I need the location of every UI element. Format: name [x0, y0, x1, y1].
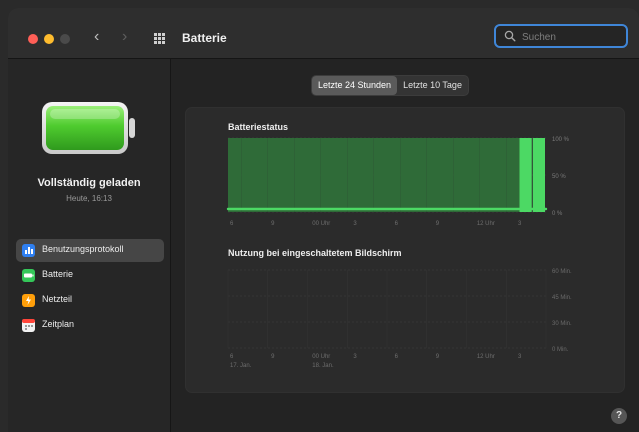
search-field[interactable]: [494, 24, 628, 48]
x-tick-label: 9: [436, 221, 440, 227]
battery-level-bar: [532, 138, 545, 212]
power-adapter-icon: [22, 294, 35, 307]
usage-chart-y-axis: 60 Min. 45 Min. 30 Min. 0 Min.: [552, 269, 572, 353]
battery-level-bar: [387, 138, 401, 212]
main-content: Letzte 24 Stunden Letzte 10 Tage Batteri…: [171, 59, 639, 432]
battery-level-bar: [281, 138, 295, 212]
battery-level-bar: [519, 138, 532, 212]
battery-icon: [22, 269, 35, 282]
x-tick-label: 9: [271, 221, 275, 227]
x-tick-label: 9: [436, 354, 440, 360]
battery-level-bar: [493, 138, 507, 212]
tab-last-24-hours[interactable]: Letzte 24 Stunden: [312, 76, 398, 95]
x-tick-label: 6: [230, 221, 234, 227]
battery-level-bar: [241, 138, 255, 212]
forward-button[interactable]: ›: [122, 28, 127, 46]
x-tick-label: 3: [353, 221, 357, 227]
battery-level-bar: [426, 138, 440, 212]
help-button[interactable]: ?: [611, 408, 627, 424]
usage-charts: Batteriestatus 100 % 50 % 0 % 6 9 00 Uhr 3 6 9 1…: [226, 122, 572, 369]
x-tick-label: 00 Uhr: [312, 354, 330, 360]
x-tick-label: 6: [395, 221, 399, 227]
battery-level-bar: [506, 138, 520, 212]
y-tick-label: 30 Min.: [552, 321, 572, 327]
battery-level-bar: [373, 138, 387, 212]
x-tick-label: 3: [518, 221, 522, 227]
battery-level-bar: [320, 138, 334, 212]
zoom-window-button[interactable]: [60, 34, 70, 44]
date-label: 17. Jan.: [230, 363, 252, 369]
x-tick-label: 3: [353, 354, 357, 360]
y-tick-label: 45 Min.: [552, 295, 572, 301]
close-window-button[interactable]: [28, 34, 38, 44]
battery-status-time: Heute, 16:13: [66, 194, 112, 203]
time-range-control: Letzte 24 Stunden Letzte 10 Tage: [311, 75, 469, 96]
sidebar-item-benutzungsprotokoll[interactable]: Benutzungsprotokoll: [16, 239, 164, 262]
battery-level-bar: [360, 138, 374, 212]
battery-level-bar: [413, 138, 427, 212]
usage-chart-dates: 17. Jan. 18. Jan.: [230, 363, 334, 369]
battery-level-bar: [466, 138, 480, 212]
x-tick-label: 9: [271, 354, 275, 360]
search-icon: [504, 30, 516, 42]
x-tick-label: 12 Uhr: [477, 221, 495, 227]
minimize-window-button[interactable]: [44, 34, 54, 44]
battery-level-bar: [334, 138, 348, 212]
bar-chart-icon: [22, 244, 35, 257]
battery-level-area: [226, 138, 548, 212]
sidebar-item-label: Netzteil: [42, 294, 73, 304]
calendar-icon: [22, 319, 35, 332]
usage-history-panel: Batteriestatus 100 % 50 % 0 % 6 9 00 Uhr 3 6 9 1…: [185, 107, 625, 393]
battery-status-title: Vollständig geladen: [37, 177, 141, 189]
date-label: 18. Jan.: [312, 363, 334, 369]
x-tick-label: 3: [518, 354, 522, 360]
y-tick-label: 50 %: [552, 174, 566, 180]
battery-chart-x-axis: 6 9 00 Uhr 3 6 9 12 Uhr 3: [230, 221, 522, 227]
back-button[interactable]: ‹: [94, 28, 99, 46]
battery-level-bar: [267, 138, 281, 212]
battery-chart-y-axis: 100 % 50 % 0 %: [552, 137, 570, 217]
x-tick-label: 00 Uhr: [312, 221, 330, 227]
battery-level-bar: [294, 138, 308, 212]
sidebar-item-netzteil[interactable]: Netzteil: [16, 289, 164, 312]
sidebar-nav: Benutzungsprotokoll Batterie Netzteil Ze…: [16, 239, 164, 339]
sidebar-item-label: Benutzungsprotokoll: [42, 244, 124, 254]
x-tick-label: 6: [230, 354, 234, 360]
battery-settings-window: ‹ › Batterie Suchen Vollständig geladen …: [8, 8, 639, 432]
tab-last-10-days[interactable]: Letzte 10 Tage: [397, 76, 468, 95]
chevron-right-icon: ›: [122, 28, 128, 45]
battery-level-bar: [347, 138, 361, 212]
y-tick-label: 100 %: [552, 137, 570, 143]
usage-chart-title: Nutzung bei eingeschaltetem Bildschirm: [228, 248, 402, 258]
sidebar-item-batterie[interactable]: Batterie: [16, 264, 164, 287]
battery-full-icon: [42, 102, 135, 154]
battery-level-bar: [479, 138, 493, 212]
battery-level-bar: [254, 138, 268, 212]
chevron-left-icon: ‹: [94, 28, 100, 45]
sidebar: Vollständig geladen Heute, 16:13 Benutzu…: [8, 59, 171, 432]
battery-level-bar: [440, 138, 454, 212]
usage-chart-x-axis: 6 9 00 Uhr 3 6 9 12 Uhr 3: [230, 354, 522, 360]
y-tick-label: 60 Min.: [552, 269, 572, 275]
battery-level-bar: [228, 138, 242, 212]
battery-chart-title: Batteriestatus: [228, 122, 288, 132]
x-tick-label: 12 Uhr: [477, 354, 495, 360]
y-tick-label: 0 %: [552, 211, 563, 217]
x-tick-label: 6: [395, 354, 399, 360]
sidebar-item-zeitplan[interactable]: Zeitplan: [16, 314, 164, 337]
y-tick-label: 0 Min.: [552, 347, 569, 353]
usage-chart-grid: [227, 269, 547, 349]
sidebar-item-label: Batterie: [42, 269, 74, 279]
title-bar: ‹ › Batterie: [8, 8, 639, 59]
battery-level-bar: [453, 138, 467, 212]
search-input[interactable]: [520, 28, 624, 46]
battery-level-bar: [307, 138, 321, 212]
sidebar-item-label: Zeitplan: [42, 319, 75, 329]
show-all-button[interactable]: [154, 33, 166, 45]
battery-level-bar: [400, 138, 414, 212]
window-title: Batterie: [182, 31, 227, 45]
